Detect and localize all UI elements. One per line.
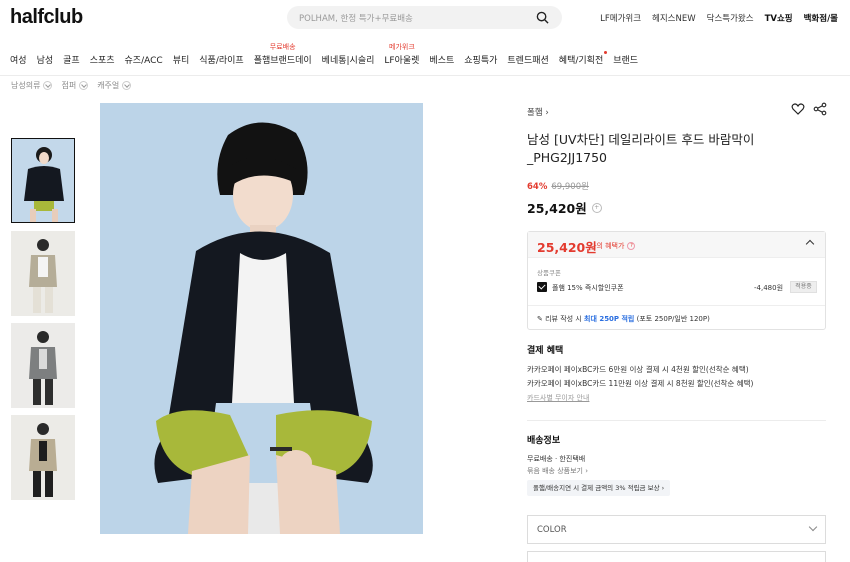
nav-item-polham-brandday[interactable]: 무료배송폴햄브랜드데이 (253, 43, 312, 66)
nav-tag-free-shipping: 무료배송 (269, 43, 296, 51)
search-bar[interactable]: POLHAM, 한정 특가+무료배송 (287, 6, 562, 29)
payment-benefit-line: 카카오페이 페이xBC카드 6만원 이상 결제 시 4천원 할인(선착순 혜택) (527, 365, 749, 374)
card-installment-link[interactable]: 카드사별 무이자 안내 (527, 393, 589, 403)
nav-item-brand[interactable]: 브랜드 (613, 53, 638, 66)
size-select[interactable] (527, 551, 826, 562)
best-price-label-text: 나의 혜택가 (590, 242, 625, 250)
brand-name: 폴햄 (527, 108, 543, 118)
review-point-info: ✎ 리뷰 작성 시 최대 250P 적립 (포토 250P/일반 120P) (537, 314, 710, 324)
thumbnail-image (11, 415, 75, 500)
new-dot-badge (604, 51, 608, 54)
original-price: 69,900원 (551, 182, 589, 192)
shipping-method: 무료배송 · 한진택배 (527, 455, 586, 463)
nav-item-shoes-acc[interactable]: 슈즈/ACC (125, 53, 163, 66)
header-divider (0, 75, 850, 76)
thumbnail-image (12, 139, 74, 222)
breadcrumb-item[interactable]: 남성의류 (11, 80, 53, 91)
search-icon[interactable] (536, 11, 549, 24)
thumbnail-image (11, 231, 75, 316)
nav-tag-megaweek: 메가위크 (389, 43, 415, 51)
breadcrumb-item[interactable]: 캐주얼 (97, 80, 132, 91)
nav-item-women[interactable]: 여성 (10, 53, 27, 66)
review-suffix: (포토 250P/일반 120P) (634, 315, 710, 323)
shipping-title: 배송정보 (527, 436, 561, 446)
brand-link[interactable]: 폴햄 › (527, 106, 549, 118)
category-nav: 여성 남성 골프 스포츠 슈즈/ACC 뷰티 식품/라이프 무료배송폴햄브랜드데… (10, 43, 648, 66)
plus-info-icon[interactable]: + (591, 202, 602, 213)
sale-price-row: 25,420원 + (527, 198, 602, 217)
util-link-hazzys[interactable]: 헤지스NEW (652, 12, 696, 24)
product-thumbnail-3[interactable] (11, 323, 75, 408)
review-prefix: 리뷰 작성 시 (545, 315, 584, 323)
breadcrumb-label: 남성의류 (11, 81, 41, 90)
chevron-right-icon: › (545, 108, 549, 118)
nav-item-sports[interactable]: 스포츠 (90, 53, 115, 66)
nav-item-men[interactable]: 남성 (37, 53, 54, 66)
nav-item-benefits[interactable]: 혜택/기획전 (558, 51, 608, 66)
thumbnail-image (11, 323, 75, 408)
coupon-checkbox[interactable] (537, 282, 547, 292)
heart-icon[interactable] (791, 102, 805, 116)
coupon-apply-button[interactable]: 적용중 (790, 281, 817, 293)
nav-item-beauty[interactable]: 뷰티 (173, 53, 190, 66)
nav-item-lf-outlet[interactable]: 메가위크 LF아울렛 (384, 43, 420, 66)
chevron-down-icon (43, 81, 53, 90)
breadcrumb-label: 점퍼 (61, 81, 77, 90)
nav-item-label: LF아울렛 (384, 56, 420, 66)
nav-item-label: 폴햄브랜드데이 (253, 56, 312, 66)
breadcrumb-label: 캐주얼 (97, 81, 120, 90)
chevron-down-icon (79, 81, 89, 90)
product-photo (100, 103, 423, 534)
best-price-label: 나의 혜택가? (590, 241, 636, 251)
util-link-department[interactable]: 백화점/몰 (804, 12, 838, 24)
question-icon[interactable]: ? (627, 242, 636, 250)
product-actions (791, 102, 827, 116)
main-product-image[interactable] (100, 103, 423, 534)
benefit-box: 25,420원 나의 혜택가? 상품쿠폰 폴햄 15% 즉시할인쿠폰 -4,48… (527, 231, 826, 330)
pencil-icon: ✎ (537, 315, 543, 323)
payment-benefit-line: 카카오페이 페이xBC카드 11만원 이상 결제 시 8천원 할인(선착순 혜택… (527, 379, 754, 388)
product-thumbnail-2[interactable] (11, 231, 75, 316)
coupon-section-label: 상품쿠폰 (537, 269, 561, 277)
sale-price: 25,420원 (527, 201, 587, 216)
coupon-name: 폴햄 15% 즉시할인쿠폰 (552, 284, 624, 292)
nav-item-label: 혜택/기획전 (558, 56, 604, 66)
discount-row: 64% 69,900원 (527, 180, 589, 192)
section-divider (527, 420, 826, 421)
breadcrumb: 남성의류 점퍼 캐주얼 (11, 80, 132, 91)
util-link-lf-megaweek[interactable]: LF메가위크 (600, 12, 641, 24)
delay-compensation-badge[interactable]: 폴햄/배송지연 시 결제 금액의 3% 적립금 보상 › (527, 480, 671, 496)
nav-item-food-life[interactable]: 식품/라이프 (199, 53, 243, 66)
breadcrumb-item[interactable]: 점퍼 (61, 80, 89, 91)
discount-percent: 64% (527, 182, 548, 192)
benefit-separator (528, 305, 825, 306)
nav-item-golf[interactable]: 골프 (63, 53, 80, 66)
util-link-daks[interactable]: 닥스특가왔스 (707, 12, 754, 24)
product-title: 남성 [UV차단] 데일리라이트 후드 바람막이 _PHG2JJ1750 (527, 132, 755, 165)
nav-item-benetton[interactable]: 베네통|시슬리 (322, 53, 375, 66)
util-link-tv-shopping[interactable]: TV쇼핑 (765, 12, 793, 24)
product-thumbnail-1[interactable] (11, 138, 75, 223)
nav-item-trend-fashion[interactable]: 트렌드패션 (507, 53, 548, 66)
best-price: 25,420원 (537, 240, 597, 255)
color-select[interactable]: COLOR (527, 515, 826, 544)
site-logo[interactable]: halfclub (10, 6, 83, 29)
search-placeholder: POLHAM, 한정 특가+무료배송 (299, 14, 413, 24)
nav-item-special-deal[interactable]: 쇼핑특가 (464, 53, 497, 66)
product-thumbnail-4[interactable] (11, 415, 75, 500)
payment-benefit-title: 결제 혜택 (527, 346, 564, 356)
utility-links: LF메가위크 헤지스NEW 닥스특가왔스 TV쇼핑 백화점/몰 (589, 12, 838, 24)
color-select-label: COLOR (537, 525, 567, 535)
nav-item-best[interactable]: 베스트 (429, 53, 454, 66)
bundle-shipping-link[interactable]: 묶음 배송 상품보기 › (527, 466, 588, 476)
chevron-down-icon (122, 81, 132, 90)
chevron-down-icon (808, 522, 818, 532)
share-icon[interactable] (813, 102, 827, 116)
coupon-amount: -4,480원 (754, 284, 784, 292)
review-highlight: 최대 250P 적립 (584, 315, 635, 323)
